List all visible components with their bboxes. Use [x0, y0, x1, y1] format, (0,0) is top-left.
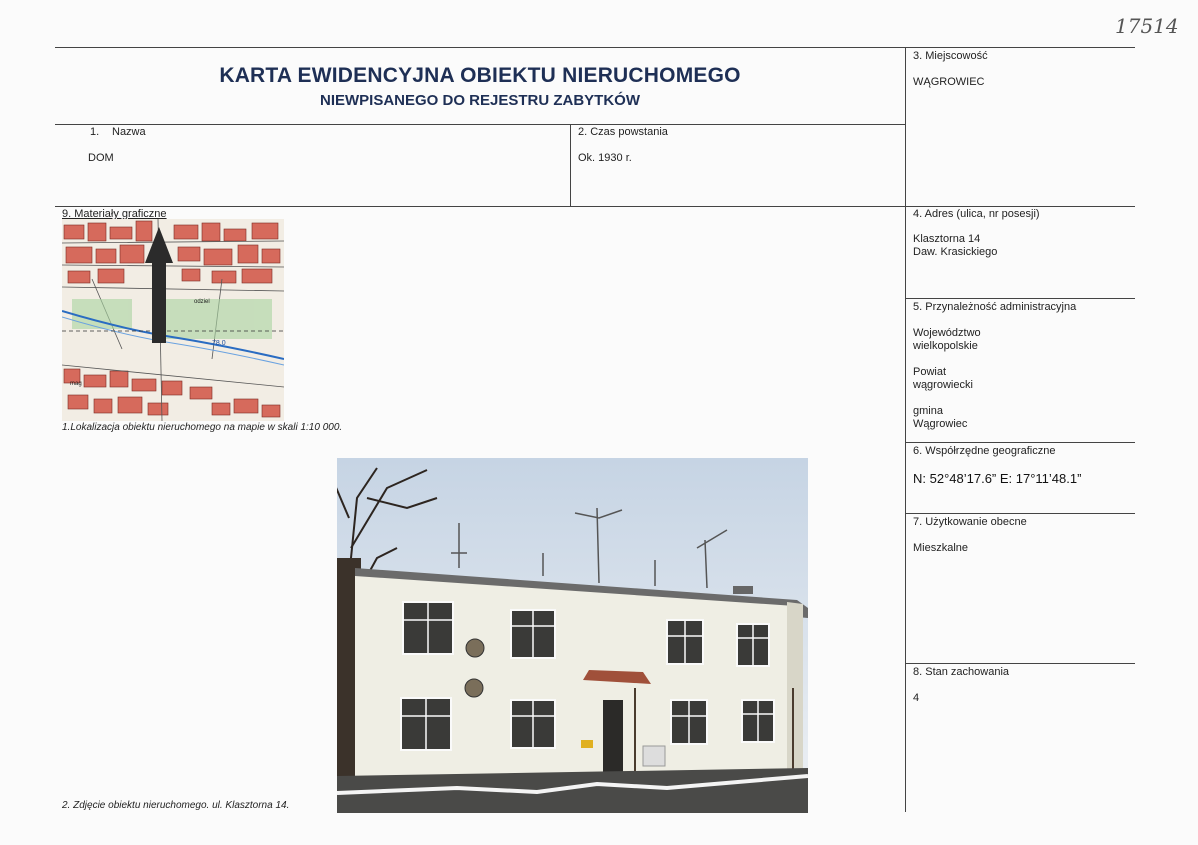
page-subtitle: NIEWPISANEGO DO REJESTRU ZABYTKÓW: [319, 92, 641, 109]
map-street-label-2: mag: [70, 381, 82, 387]
archive-number-stamp: 17514: [1115, 14, 1179, 38]
czas-value: Ok. 1930 r.: [578, 152, 632, 164]
location-map-image: 78.0 odziel mag: [62, 219, 284, 421]
stan-value: 4: [913, 692, 920, 704]
woj-label: Województwo: [913, 327, 981, 339]
adres-line2: Daw. Krasickiego: [913, 246, 998, 258]
adres-bottom-border: [906, 298, 1135, 299]
stan-label: 8. Stan zachowania: [913, 666, 1010, 678]
miejscowosc-value: WĄGROWIEC: [913, 76, 985, 88]
powiat-label: Powiat: [913, 366, 947, 378]
uzytkowanie-label: 7. Użytkowanie obecne: [913, 516, 1027, 528]
row1-bottom-border: [55, 206, 1135, 207]
coords-bottom-border: [906, 513, 1135, 514]
nazwa-label: Nazwa: [112, 126, 146, 138]
header-bottom-border: [55, 124, 905, 125]
adres-line1: Klasztorna 14: [913, 233, 981, 245]
powiat-value: wągrowiecki: [913, 379, 973, 391]
czas-label: 2. Czas powstania: [578, 126, 668, 138]
adres-label: 4. Adres (ulica, nr posesji): [913, 208, 1040, 220]
gmina-value: Wągrowiec: [913, 418, 968, 430]
admin-bottom-border: [906, 442, 1135, 443]
page-title: KARTA EWIDENCYJNA OBIEKTU NIERUCHOMEGO: [219, 64, 741, 87]
top-border: [55, 47, 1135, 48]
map-caption: 1.Lokalizacja obiektu nieruchomego na ma…: [62, 422, 343, 433]
map-elevation-label: 78.0: [212, 340, 226, 347]
czas-divider: [570, 124, 571, 206]
admin-label: 5. Przynależność administracyjna: [913, 301, 1077, 313]
woj-value: wielkopolskie: [913, 340, 978, 352]
main-right-divider: [905, 47, 906, 812]
miejscowosc-label: 3. Miejscowość: [913, 50, 988, 62]
uzytkowanie-value: Mieszkalne: [913, 542, 969, 554]
nazwa-value: DOM: [88, 152, 114, 164]
uzytkowanie-bottom-border: [906, 663, 1135, 664]
wspolrzedne-label: 6. Współrzędne geograficzne: [913, 445, 1056, 457]
building-photo: [337, 458, 808, 813]
wspolrzedne-value: N: 52°48’17.6” E: 17°11’48.1”: [913, 471, 1082, 486]
gmina-label: gmina: [913, 405, 943, 417]
map-street-label: odziel: [194, 299, 210, 305]
photo-caption: 2. Zdjęcie obiektu nieruchomego. ul. Kla…: [62, 800, 290, 811]
nazwa-label-num: 1.: [90, 126, 100, 138]
